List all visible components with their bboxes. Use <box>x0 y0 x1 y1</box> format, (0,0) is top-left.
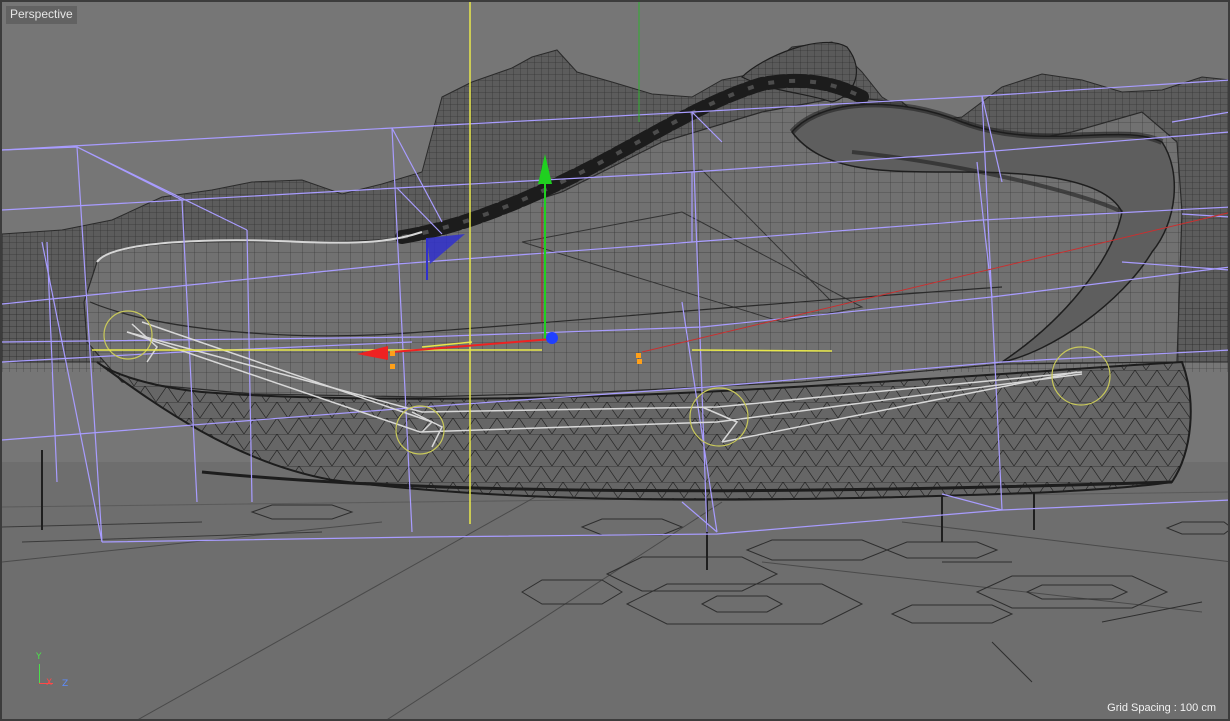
axis-x-label: X <box>46 678 53 688</box>
perspective-viewport[interactable]: Perspective Y X Z Grid Spacing : 100 cm <box>0 0 1230 721</box>
axis-orientation-icon: Y X Z <box>32 652 82 697</box>
axis-z-label: Z <box>62 679 69 689</box>
grid-spacing-readout: Grid Spacing : 100 cm <box>1107 702 1216 714</box>
viewport-label[interactable]: Perspective <box>6 6 77 24</box>
scene-canvas[interactable] <box>2 2 1230 721</box>
axis-y-label: Y <box>36 652 42 662</box>
